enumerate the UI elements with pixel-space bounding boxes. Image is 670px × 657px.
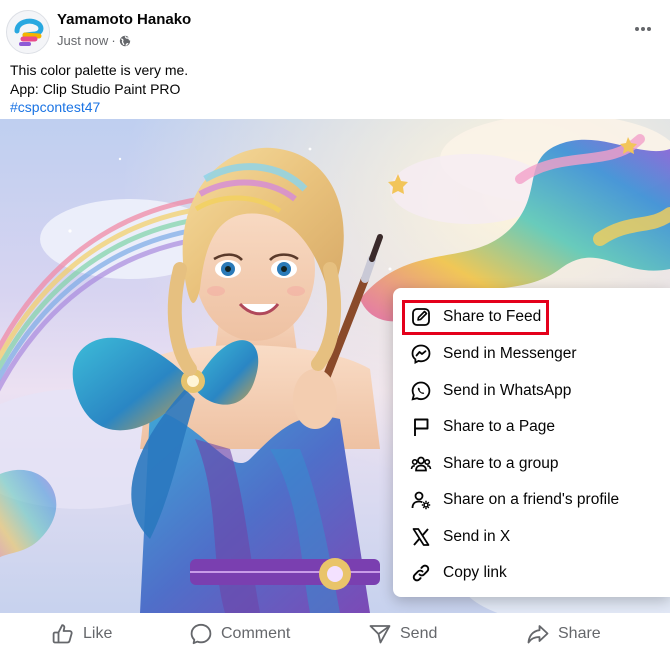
more-options-button[interactable] xyxy=(630,16,656,42)
menu-item-share-to-page[interactable]: Share to a Page xyxy=(393,409,670,445)
comment-button[interactable]: Comment xyxy=(189,621,290,647)
like-button[interactable]: Like xyxy=(51,621,112,647)
author-name[interactable]: Yamamoto Hanako xyxy=(57,11,191,28)
menu-item-send-in-messenger[interactable]: Send in Messenger xyxy=(393,336,670,372)
menu-item-copy-link[interactable]: Copy link xyxy=(393,555,670,591)
share-label: Share xyxy=(558,625,601,642)
thumbs-up-icon xyxy=(52,624,73,644)
menu-item-label: Share to Feed xyxy=(443,308,542,325)
friend-profile-icon xyxy=(411,491,431,510)
menu-item-label: Share to a Page xyxy=(443,418,556,435)
menu-item-label: Share to a group xyxy=(443,455,559,472)
meta-separator: · xyxy=(111,33,116,48)
post-action-bar: Like Comment Send Share xyxy=(0,613,670,657)
whatsapp-icon xyxy=(411,381,431,401)
menu-item-send-in-whatsapp[interactable]: Send in WhatsApp xyxy=(393,373,670,409)
post-header: Yamamoto Hanako Just now · xyxy=(0,0,670,60)
share-arrow-icon xyxy=(527,625,549,644)
menu-item-label: Send in Messenger xyxy=(443,345,577,362)
messenger-icon xyxy=(411,344,431,364)
share-menu: Share to Feed Send in Messenger Send in … xyxy=(393,288,670,597)
comment-label: Comment xyxy=(221,625,291,642)
menu-item-share-to-feed[interactable]: Share to Feed xyxy=(393,299,670,335)
post-meta: Just now · xyxy=(57,33,131,48)
send-button[interactable]: Send xyxy=(368,621,437,647)
edit-icon xyxy=(412,308,430,326)
more-horizontal-icon xyxy=(635,27,651,31)
menu-item-send-in-x[interactable]: Send in X xyxy=(393,519,670,555)
post-caption: This color palette is very me. App: Clip… xyxy=(10,61,188,117)
menu-item-share-to-group[interactable]: Share to a group xyxy=(393,446,670,482)
avatar[interactable] xyxy=(6,10,50,54)
comment-icon xyxy=(190,623,212,645)
menu-item-label: Copy link xyxy=(443,564,507,581)
globe-icon xyxy=(119,35,130,46)
x-logo-icon xyxy=(412,528,430,546)
send-label: Send xyxy=(400,625,438,642)
caption-line: App: Clip Studio Paint PRO xyxy=(10,80,181,97)
hashtag-link[interactable]: #cspcontest47 xyxy=(10,98,188,117)
link-icon xyxy=(412,564,430,582)
send-icon xyxy=(369,625,391,644)
share-button[interactable]: Share xyxy=(526,621,601,647)
flag-icon xyxy=(414,418,429,436)
menu-item-label: Share on a friend's profile xyxy=(443,491,620,508)
like-label: Like xyxy=(83,625,113,642)
timestamp[interactable]: Just now xyxy=(57,33,108,48)
caption-line: This color palette is very me. xyxy=(10,62,189,78)
menu-item-label: Send in X xyxy=(443,528,511,545)
clip-studio-logo-icon xyxy=(7,11,49,53)
menu-item-label: Send in WhatsApp xyxy=(443,382,572,399)
menu-item-share-on-friends-profile[interactable]: Share on a friend's profile xyxy=(393,482,670,518)
group-icon xyxy=(410,456,432,472)
